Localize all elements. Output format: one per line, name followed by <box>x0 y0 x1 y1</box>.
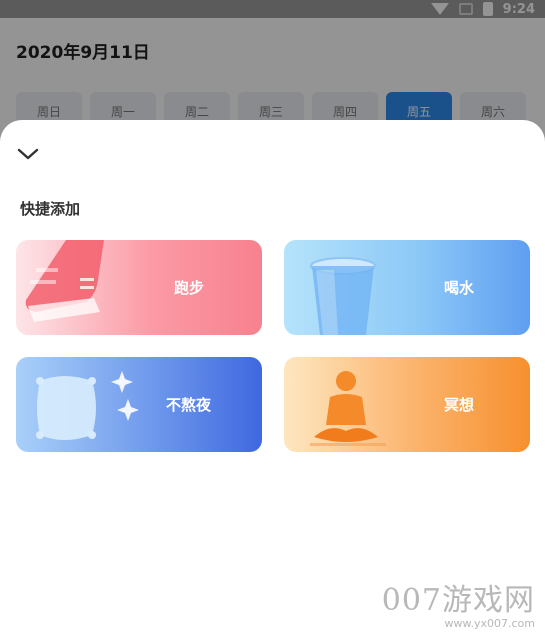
quick-add-no-late-night-card[interactable]: 不熬夜 <box>16 357 262 452</box>
no-late-night-label: 不熬夜 <box>166 396 212 414</box>
chevron-down-icon <box>17 148 39 160</box>
run-label: 跑步 <box>174 279 205 297</box>
meditation-icon <box>310 371 386 446</box>
watermark-main: 007游戏网 <box>381 583 535 618</box>
pillow-icon <box>36 371 139 440</box>
section-title: 快捷添加 <box>20 200 81 218</box>
quick-add-water-card[interactable]: 喝水 <box>284 240 530 335</box>
watermark: 007游戏网 www.yx007.com <box>382 575 535 630</box>
water-glass-icon <box>310 257 376 335</box>
shoe-icon <box>25 240 104 322</box>
collapse-button[interactable] <box>14 140 42 168</box>
meditate-label: 冥想 <box>444 396 475 414</box>
quick-add-meditate-card[interactable]: 冥想 <box>284 357 530 452</box>
water-label: 喝水 <box>444 279 475 297</box>
quick-add-run-card[interactable]: 跑步 <box>16 240 262 335</box>
quick-add-sheet: 快捷添加 跑步 喝水 不熬夜 冥想 <box>0 120 545 636</box>
